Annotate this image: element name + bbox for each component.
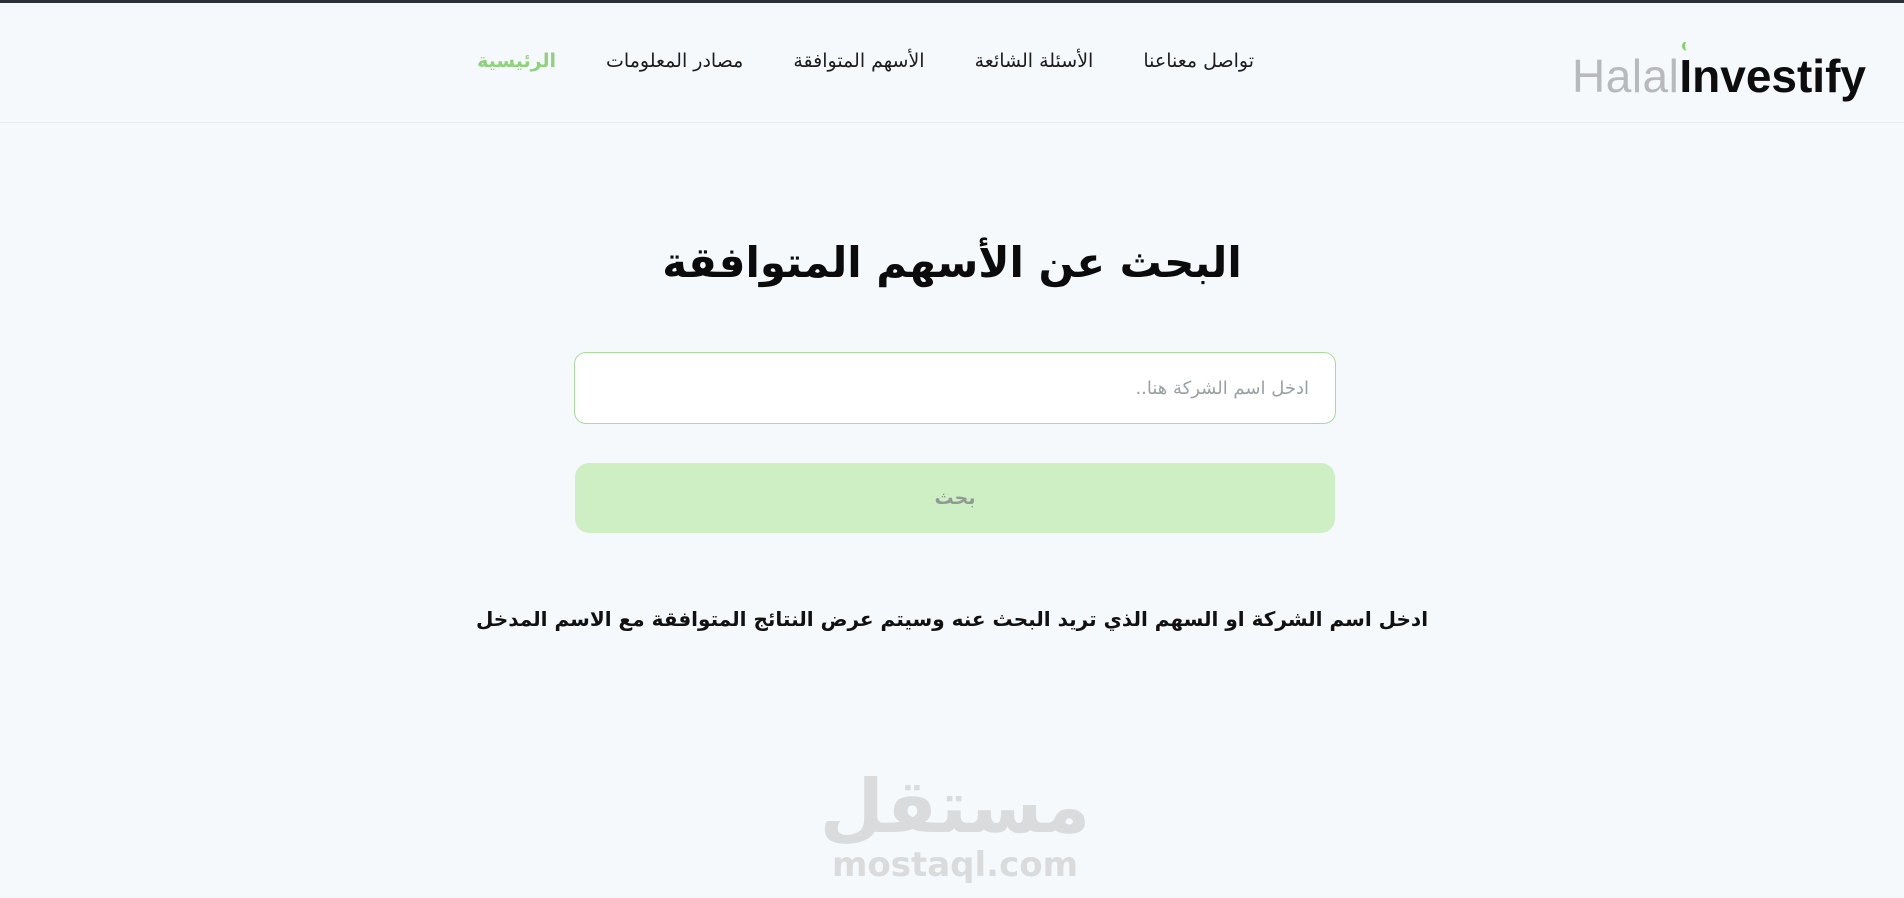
page-title: البحث عن الأسهم المتوافقة bbox=[662, 238, 1242, 287]
logo-text-halal: Halal bbox=[1572, 50, 1680, 102]
watermark-latin-text: mostaql.com bbox=[831, 845, 1079, 885]
nav-item-info-sources[interactable]: مصادر المعلومات bbox=[606, 50, 743, 72]
nav-item-home[interactable]: الرئيسية bbox=[477, 50, 556, 72]
mostaql-watermark: مستقل mostaql.com bbox=[810, 770, 1100, 882]
nav-item-compliant-stocks[interactable]: الأسهم المتوافقة bbox=[793, 50, 924, 72]
nav-item-contact[interactable]: تواصل معنا bbox=[1166, 50, 1254, 72]
nav-item-about[interactable]: عنا bbox=[1143, 50, 1166, 72]
search-hint-text: ادخل اسم الشركة او السهم الذي تريد البحث… bbox=[475, 607, 1429, 631]
main-nav: الرئيسية مصادر المعلومات الأسهم المتوافق… bbox=[427, 50, 1254, 72]
search-button[interactable]: بحث bbox=[575, 463, 1335, 533]
logo-text-investify-label: Investify bbox=[1679, 50, 1866, 102]
halal-investify-logo[interactable]: Halal Investify bbox=[1572, 39, 1866, 99]
logo-text-investify: Investify bbox=[1679, 41, 1866, 102]
site-header: Halal Investify الرئيسية مصادر المعلومات… bbox=[0, 3, 1904, 123]
nav-item-faq[interactable]: الأسئلة الشائعة bbox=[975, 50, 1094, 72]
company-search-input[interactable] bbox=[574, 352, 1336, 424]
watermark-arabic-text: مستقل bbox=[819, 764, 1091, 850]
